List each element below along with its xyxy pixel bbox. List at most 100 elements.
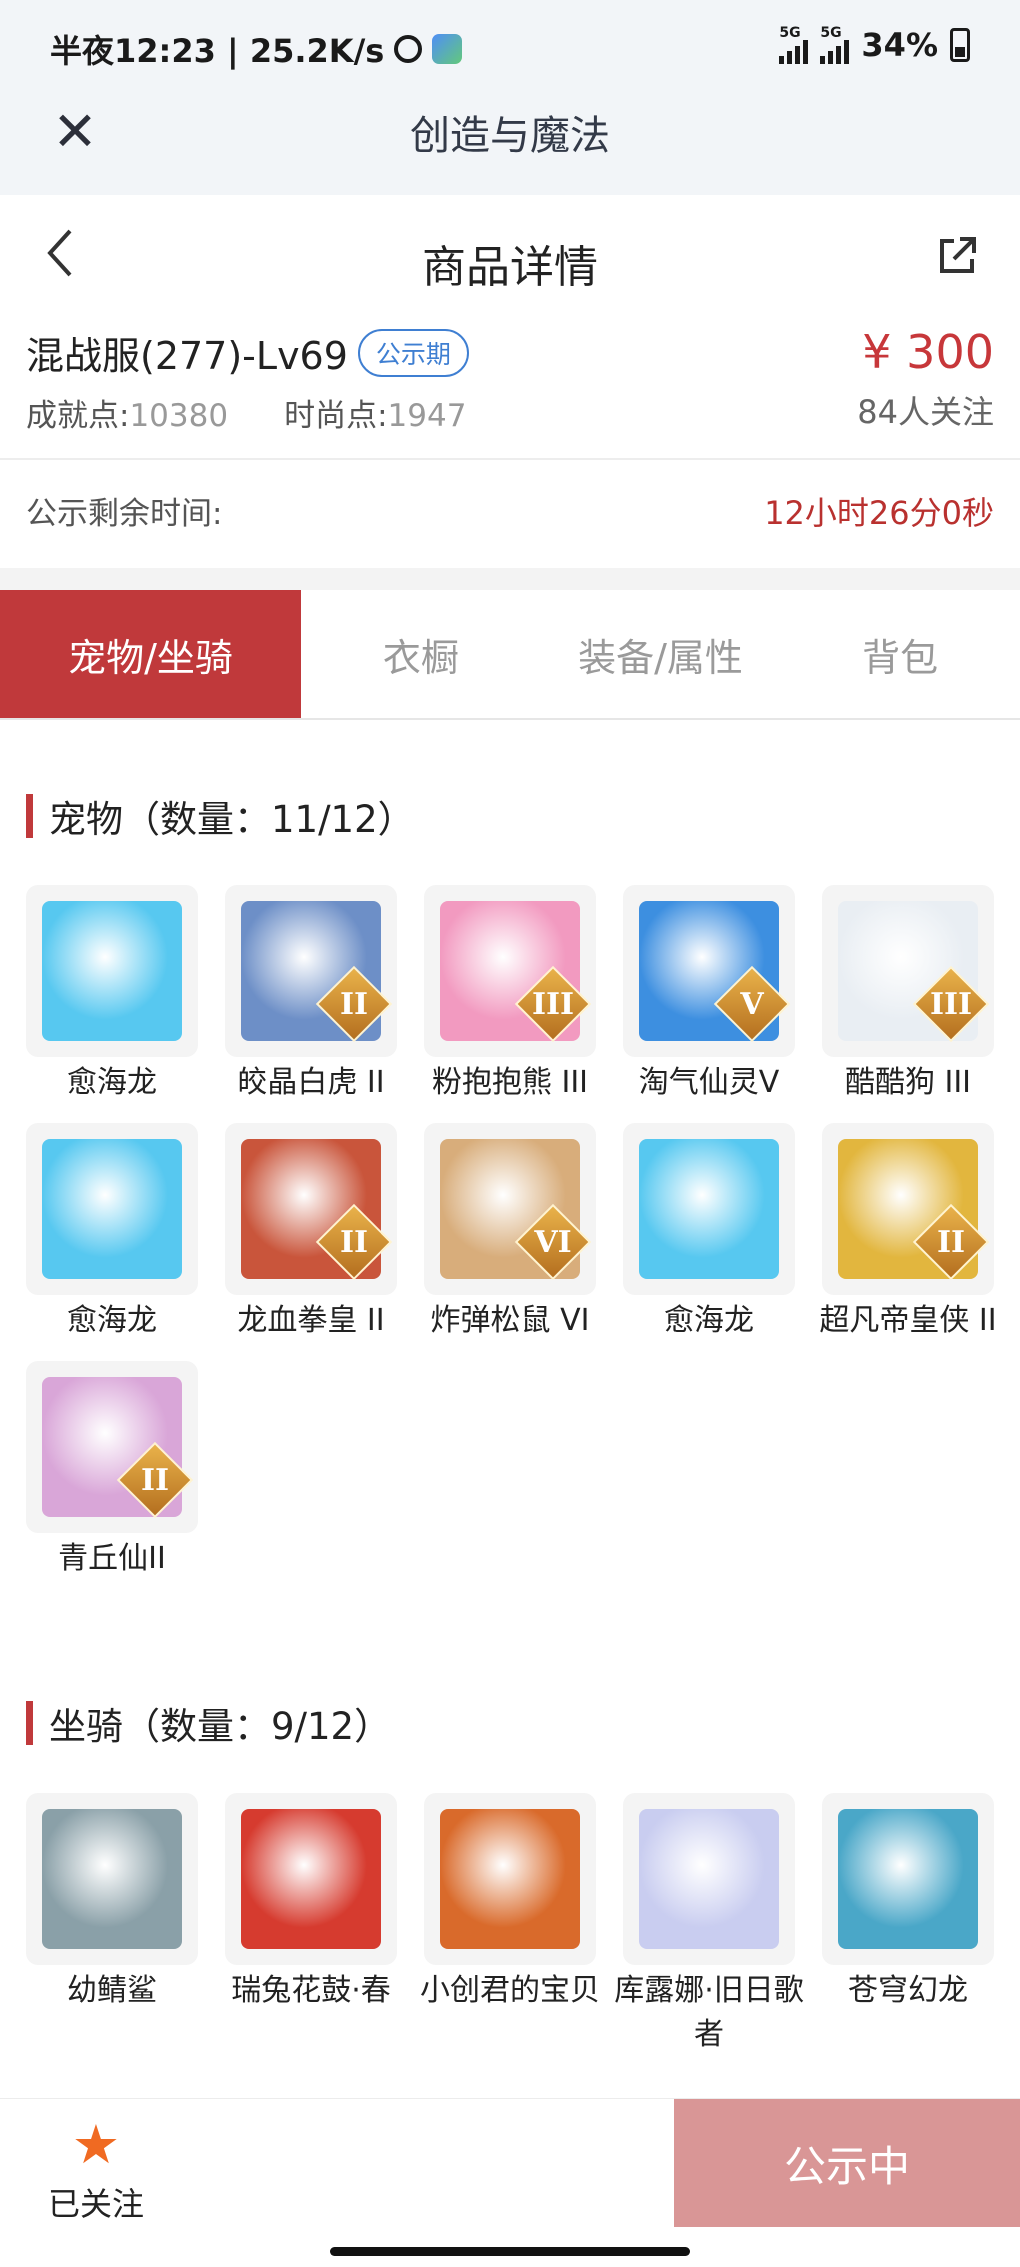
section-accent-bar xyxy=(26,794,33,838)
signal-icon: 5G xyxy=(820,25,850,64)
pets-title-text: 宠物（数量：11/12） xyxy=(49,798,415,841)
pet-name: 愈海龙 xyxy=(67,1303,157,1338)
fashion-points: 时尚点:1947 xyxy=(284,390,466,435)
mount-image xyxy=(440,1809,580,1949)
pet-thumbnail: II xyxy=(26,1361,198,1533)
fashion-label: 时尚点: xyxy=(284,398,388,434)
pet-name: 愈海龙 xyxy=(67,1065,157,1100)
top-zone: 半夜12:23 | 25.2K/s 5G 5G 34% ✕ 创造与魔法 xyxy=(0,0,1020,195)
pet-name: 酷酷狗 III xyxy=(844,1065,972,1100)
pet-image xyxy=(42,1139,182,1279)
pet-item[interactable]: III 粉抱抱熊 III xyxy=(424,885,596,1105)
pet-item[interactable]: VI 炸弹松鼠 VI xyxy=(424,1123,596,1343)
mount-name: 苍穹幻龙 xyxy=(848,1973,968,2008)
pet-name: 淘气仙灵V xyxy=(638,1065,780,1100)
mount-thumbnail xyxy=(424,1793,596,1965)
pet-name: 皎晶白虎 II xyxy=(237,1065,385,1100)
pet-thumbnail: V xyxy=(623,885,795,1057)
pet-thumbnail: II xyxy=(822,1123,994,1295)
mount-thumbnail xyxy=(822,1793,994,1965)
mount-item[interactable]: 库露娜·旧日歌者 xyxy=(614,1793,804,2057)
page-header: 商品详情 xyxy=(0,195,1020,325)
pet-item[interactable]: 愈海龙 xyxy=(26,885,198,1105)
mount-name: 小创君的宝贝 xyxy=(420,1973,600,2008)
price: ¥ 300 xyxy=(862,325,994,379)
pet-item[interactable]: 愈海龙 xyxy=(26,1123,198,1343)
product-info: 混战服(277)-Lv69 公示期 成就点:10380 时尚点:1947 ¥ 3… xyxy=(0,325,1020,455)
app-title: 创造与魔法 xyxy=(410,113,610,159)
tab-backpack[interactable]: 背包 xyxy=(780,590,1020,718)
mount-image xyxy=(42,1809,182,1949)
tab-pets-mounts[interactable]: 宠物/坐骑 xyxy=(0,590,301,718)
section-accent-bar xyxy=(26,1701,33,1745)
battery-icon xyxy=(950,28,970,62)
tier-badge-label: II xyxy=(339,986,369,1022)
tab-bar: 宠物/坐骑 衣橱 装备/属性 背包 xyxy=(0,590,1020,720)
mount-image xyxy=(241,1809,381,1949)
countdown-value: 12小时26分0秒 xyxy=(764,494,994,532)
mount-thumbnail xyxy=(26,1793,198,1965)
pet-item[interactable]: II 超凡帝皇侠 II xyxy=(819,1123,997,1343)
pet-name: 愈海龙 xyxy=(664,1303,754,1338)
mount-name: 幼鲭鲨 xyxy=(67,1973,157,2008)
page-title: 商品详情 xyxy=(422,242,598,293)
product-name-row: 混战服(277)-Lv69 公示期 xyxy=(26,325,469,380)
tier-badge-label: II xyxy=(140,1462,170,1498)
pet-image xyxy=(42,901,182,1041)
status-badge: 公示期 xyxy=(357,328,469,377)
pet-item[interactable]: II 皎晶白虎 II xyxy=(225,885,397,1105)
achievement-label: 成就点: xyxy=(26,398,130,434)
mounts-section-title: 坐骑（数量：9/12） xyxy=(26,1696,391,1750)
achievement-points: 成就点:10380 xyxy=(26,390,228,435)
status-time-speed: 半夜12:23 | 25.2K/s xyxy=(50,32,385,70)
bottom-bar: ★ 已关注 公示中 xyxy=(0,2098,1020,2267)
pet-name: 炸弹松鼠 VI xyxy=(430,1303,590,1338)
pet-name: 青丘仙II xyxy=(58,1541,166,1576)
followers-count: 84人关注 xyxy=(857,393,994,431)
product-name: 混战服(277)-Lv69 xyxy=(26,334,348,378)
pet-thumbnail xyxy=(26,885,198,1057)
tab-equipment-attributes[interactable]: 装备/属性 xyxy=(541,590,781,718)
alarm-icon xyxy=(394,35,423,63)
pet-name: 龙血拳皇 II xyxy=(237,1303,385,1338)
pet-item[interactable]: 愈海龙 xyxy=(623,1123,795,1343)
mount-thumbnail xyxy=(623,1793,795,1965)
mounts-title-text: 坐骑（数量：9/12） xyxy=(49,1705,392,1748)
mount-thumbnail xyxy=(225,1793,397,1965)
star-icon: ★ xyxy=(71,2113,121,2176)
signal-icon: 5G xyxy=(779,26,809,64)
pet-item[interactable]: III 酷酷狗 III xyxy=(822,885,994,1105)
tier-badge-label: II xyxy=(936,1224,966,1260)
pet-item[interactable]: II 青丘仙II xyxy=(26,1361,198,1581)
tier-badge-label: III xyxy=(929,986,973,1022)
mount-item[interactable]: 苍穹幻龙 xyxy=(822,1793,994,2057)
sim2-label: 5G xyxy=(820,25,842,41)
pet-thumbnail: II xyxy=(225,885,397,1057)
battery-percent: 34% xyxy=(861,26,938,64)
fashion-value: 1947 xyxy=(387,398,467,434)
app-notification-icon xyxy=(432,34,463,64)
mount-item[interactable]: 幼鲭鲨 xyxy=(26,1793,198,2057)
status-left: 半夜12:23 | 25.2K/s xyxy=(50,26,463,72)
status-bar: 半夜12:23 | 25.2K/s 5G 5G 34% xyxy=(0,0,1020,95)
mount-item[interactable]: 小创君的宝贝 xyxy=(420,1793,600,2057)
pet-thumbnail: III xyxy=(424,885,596,1057)
mount-item[interactable]: 瑞兔花鼓·春 xyxy=(225,1793,397,2057)
pet-item[interactable]: V 淘气仙灵V xyxy=(623,885,795,1105)
status-right: 5G 5G 34% xyxy=(779,26,970,64)
tier-badge-label: II xyxy=(339,1224,369,1260)
pets-section-title: 宠物（数量：11/12） xyxy=(26,789,415,843)
publicity-status-button[interactable]: 公示中 xyxy=(674,2099,1020,2227)
pet-image xyxy=(639,1139,779,1279)
home-indicator[interactable] xyxy=(330,2247,690,2256)
pet-thumbnail: II xyxy=(225,1123,397,1295)
pets-grid: 愈海龙 II 皎晶白虎 II III 粉抱抱熊 III V 淘气仙灵V III 酷酷狗 III 愈… xyxy=(26,885,997,1599)
pet-item[interactable]: II 龙血拳皇 II xyxy=(225,1123,397,1343)
share-external-icon[interactable] xyxy=(932,231,982,281)
app-bar: ✕ 创造与魔法 xyxy=(0,95,1020,195)
section-gap xyxy=(0,568,1020,590)
follow-button[interactable]: ★ 已关注 xyxy=(36,2117,156,2227)
tab-wardrobe[interactable]: 衣橱 xyxy=(301,590,541,718)
mounts-grid: 幼鲭鲨 瑞兔花鼓·春 小创君的宝贝 库露娜·旧日歌者 苍穹幻龙 xyxy=(26,1793,996,2075)
pet-name: 超凡帝皇侠 II xyxy=(819,1303,997,1338)
